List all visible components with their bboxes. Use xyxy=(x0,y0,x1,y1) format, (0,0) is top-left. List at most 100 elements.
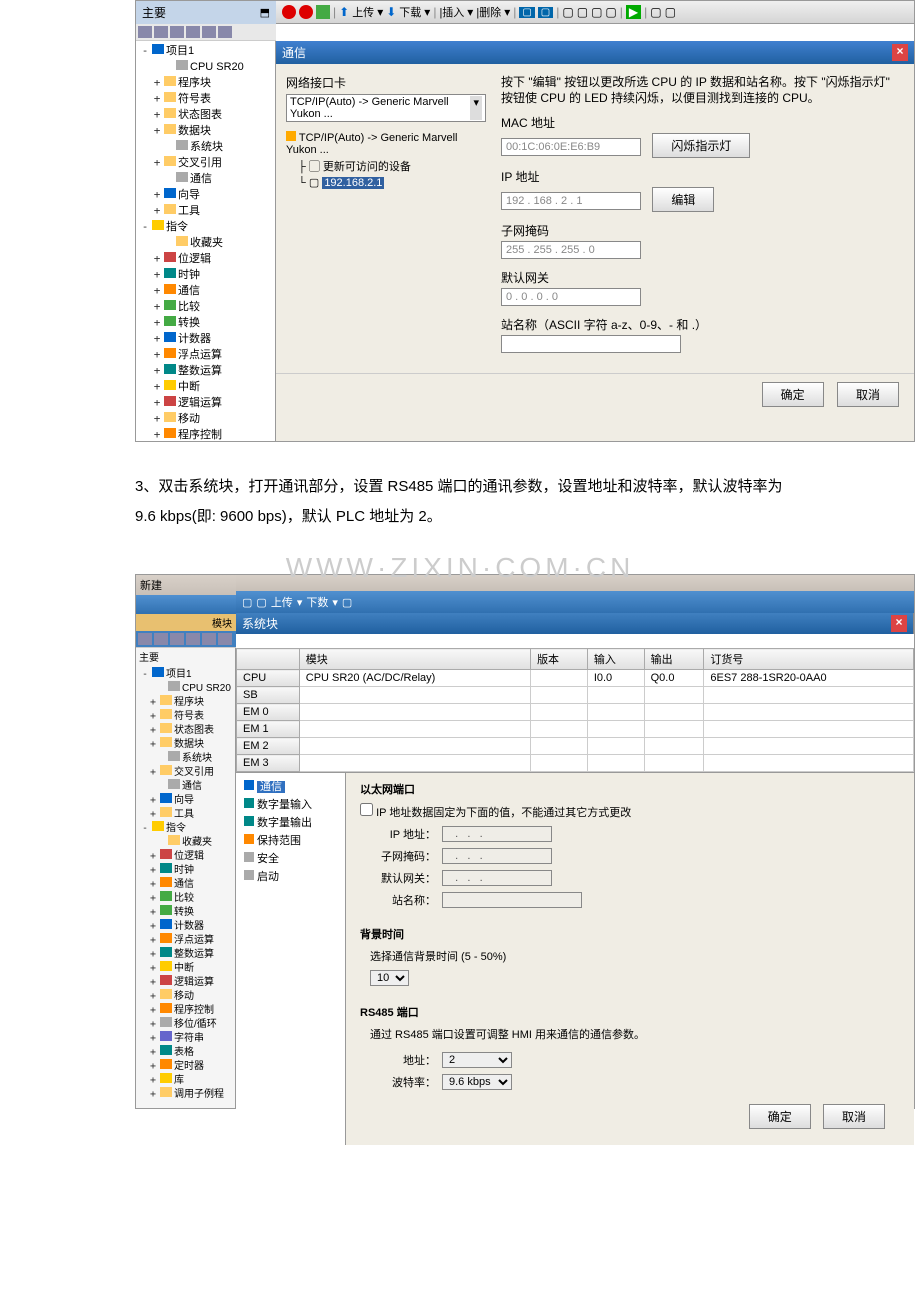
tree-item[interactable]: +移动 xyxy=(138,989,233,1003)
tree-item[interactable]: +向导 xyxy=(138,793,233,807)
tree-item[interactable]: +通信 xyxy=(138,877,233,891)
ip-input[interactable] xyxy=(442,826,552,842)
table-row[interactable]: SB xyxy=(237,687,914,704)
tree-item[interactable]: +浮点运算 xyxy=(138,933,233,947)
tt-icon[interactable] xyxy=(186,26,200,38)
tree-item[interactable]: +调用子例程 xyxy=(138,1087,233,1101)
cancel-button[interactable]: 取消 xyxy=(823,1104,885,1129)
tree-item[interactable]: +表格 xyxy=(138,1045,233,1059)
tt-icon[interactable] xyxy=(138,26,152,38)
tree-item[interactable]: 系统块 xyxy=(138,751,233,765)
tree-item[interactable]: +程序块 xyxy=(138,75,273,91)
edit-button[interactable]: 编辑 xyxy=(652,187,714,212)
tb-btn[interactable]: ▢ xyxy=(562,5,573,19)
ok-button[interactable]: 确定 xyxy=(762,382,824,407)
blink-led-button[interactable]: 闪烁指示灯 xyxy=(652,133,750,158)
tree-item[interactable]: +时钟 xyxy=(138,267,273,283)
tree-item[interactable]: +比较 xyxy=(138,299,273,315)
download-label[interactable]: 下载 xyxy=(399,4,421,20)
tree-item[interactable]: +位逻辑 xyxy=(138,849,233,863)
tree-item[interactable]: CPU SR20 xyxy=(138,681,233,695)
tb2-icon[interactable]: ▢ xyxy=(242,596,252,609)
tree-item[interactable]: +中断 xyxy=(138,379,273,395)
table-row[interactable]: EM 0 xyxy=(237,704,914,721)
nic-dropdown[interactable]: TCP/IP(Auto) -> Generic Marvell Yukon ..… xyxy=(286,94,486,122)
tb-btn[interactable]: ▢ xyxy=(519,7,534,18)
close-icon[interactable]: × xyxy=(892,44,908,61)
tree-item[interactable]: +计数器 xyxy=(138,331,273,347)
settings-tree-item[interactable]: 数字量输入 xyxy=(240,795,341,813)
tree-item[interactable]: -指令 xyxy=(138,219,273,235)
tree-item[interactable]: +中断 xyxy=(138,961,233,975)
tree-item[interactable]: 收藏夹 xyxy=(138,235,273,251)
tb-btn[interactable]: ▢ xyxy=(538,7,553,18)
refresh-devices[interactable]: ├ ▢ 更新可访问的设备 xyxy=(286,157,486,175)
found-cpu-ip[interactable]: └ ▢ 192.168.2.1 xyxy=(286,175,486,190)
settings-tree-item[interactable]: 通信 xyxy=(240,777,341,795)
nic-tree-root[interactable]: TCP/IP(Auto) -> Generic Marvell Yukon ..… xyxy=(286,130,486,157)
tree-item[interactable]: +浮点运算 xyxy=(138,347,273,363)
cancel-button[interactable]: 取消 xyxy=(837,382,899,407)
tree-item[interactable]: +移位/循环 xyxy=(138,1017,233,1031)
tree-item[interactable]: +程序控制 xyxy=(138,427,273,441)
tree-item[interactable]: +逻辑运算 xyxy=(138,975,233,989)
upload-label[interactable]: 上传 xyxy=(271,594,293,610)
addr-select[interactable]: 2 xyxy=(442,1052,512,1068)
upload-icon[interactable]: ⬆ xyxy=(339,5,349,19)
tree-item[interactable]: +移动 xyxy=(138,411,273,427)
tree-item[interactable]: +逻辑运算 xyxy=(138,395,273,411)
tree-item[interactable]: +符号表 xyxy=(138,91,273,107)
settings-tree-item[interactable]: 启动 xyxy=(240,867,341,885)
stop-icon[interactable] xyxy=(299,5,313,19)
delete-label[interactable]: |删除 xyxy=(476,4,501,20)
tree-item[interactable]: +符号表 xyxy=(138,709,233,723)
tree-item[interactable]: +转换 xyxy=(138,905,233,919)
tree-item[interactable]: +定时器 xyxy=(138,1059,233,1073)
tree-item[interactable]: -项目1 xyxy=(138,667,233,681)
tree-item[interactable]: +库 xyxy=(138,1073,233,1087)
tree-item[interactable]: +状态图表 xyxy=(138,723,233,737)
run-icon[interactable] xyxy=(282,5,296,19)
tree-item[interactable]: +程序块 xyxy=(138,695,233,709)
tree-item[interactable]: +数据块 xyxy=(138,123,273,139)
tree-item[interactable]: +计数器 xyxy=(138,919,233,933)
baud-select[interactable]: 9.6 kbps xyxy=(442,1074,512,1090)
tb-btn[interactable]: ▶ xyxy=(626,5,641,19)
station-input[interactable] xyxy=(442,892,582,908)
tt-icon[interactable] xyxy=(202,26,216,38)
tree-item[interactable]: +交叉引用 xyxy=(138,155,273,171)
settings-tree-item[interactable]: 保持范围 xyxy=(240,831,341,849)
tree-item[interactable]: -指令 xyxy=(138,821,233,835)
tree-item[interactable]: +工具 xyxy=(138,203,273,219)
tt-icon[interactable] xyxy=(170,26,184,38)
download-icon[interactable]: ⬇ xyxy=(386,5,396,19)
upload-label[interactable]: 上传 xyxy=(352,4,374,20)
close-icon[interactable]: × xyxy=(891,615,907,632)
tb-btn[interactable]: ▢ xyxy=(650,5,661,19)
gateway-input[interactable] xyxy=(442,870,552,886)
download-label[interactable]: 下数 xyxy=(306,594,328,610)
ip-fixed-checkbox[interactable]: IP 地址数据固定为下面的值，不能通过其它方式更改 xyxy=(360,803,900,820)
pin-icon[interactable]: ⬒ xyxy=(260,6,270,19)
table-row[interactable]: EM 2 xyxy=(237,738,914,755)
tree-item[interactable]: 通信 xyxy=(138,779,233,793)
tb-btn[interactable]: ▢ xyxy=(591,5,602,19)
bgtime-select[interactable]: 10 xyxy=(370,970,409,986)
tree-item[interactable]: +程序控制 xyxy=(138,1003,233,1017)
subnet-input[interactable] xyxy=(442,848,552,864)
tree-item[interactable]: +转换 xyxy=(138,315,273,331)
tree-item[interactable]: 通信 xyxy=(138,171,273,187)
tree-item[interactable]: +状态图表 xyxy=(138,107,273,123)
tree-item[interactable]: +比较 xyxy=(138,891,233,905)
tree-item[interactable]: +整数运算 xyxy=(138,363,273,379)
table-row[interactable]: CPUCPU SR20 (AC/DC/Relay)I0.0Q0.06ES7 28… xyxy=(237,670,914,687)
tree-item[interactable]: +字符串 xyxy=(138,1031,233,1045)
tree-item[interactable]: 收藏夹 xyxy=(138,835,233,849)
tree-item[interactable]: +工具 xyxy=(138,807,233,821)
table-row[interactable]: EM 3 xyxy=(237,755,914,772)
tree-item[interactable]: +位逻辑 xyxy=(138,251,273,267)
insert-label[interactable]: |插入 xyxy=(439,4,464,20)
tree-item[interactable]: -项目1 xyxy=(138,43,273,59)
tt-icon[interactable] xyxy=(154,26,168,38)
tb-btn[interactable]: ▢ xyxy=(577,5,588,19)
